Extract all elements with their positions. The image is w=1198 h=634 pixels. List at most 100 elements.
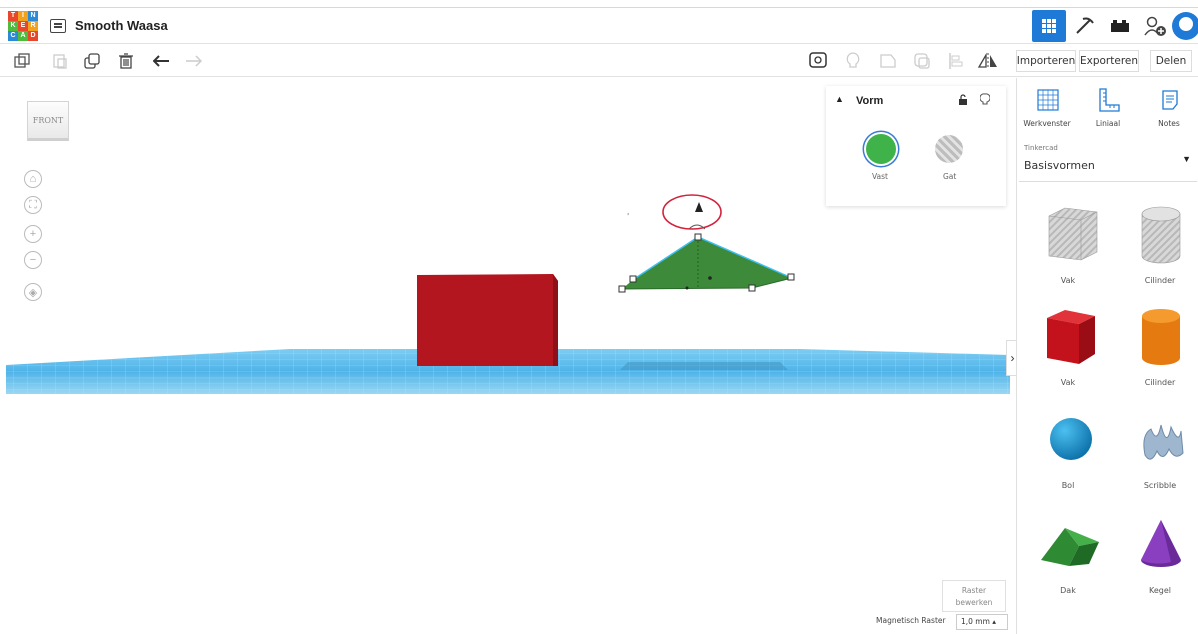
brick-icon <box>1111 20 1129 32</box>
tinkercad-logo[interactable]: T I N K E R C A D <box>8 11 38 41</box>
grid-view-icon <box>1042 19 1056 33</box>
shape-item-roof[interactable]: Dak <box>1023 506 1113 616</box>
design-list-icon[interactable] <box>50 19 66 33</box>
red-box-shape[interactable] <box>417 274 558 366</box>
scribble-icon <box>1143 424 1184 460</box>
top-bar: T I N K E R C A D Smooth Waasa <box>0 8 1198 44</box>
fit-view-icon[interactable]: ⛶ <box>24 196 42 214</box>
notes-tool[interactable]: Notes <box>1141 86 1197 132</box>
group-icon[interactable] <box>878 51 898 71</box>
edit-grid-line2: bewerken <box>955 598 993 607</box>
shape-item-cylinder-hole[interactable]: Cilinder <box>1115 196 1198 306</box>
shape-library-dropdown[interactable]: Tinkercad Basisvormen ▼ <box>1019 136 1197 182</box>
pickaxe-icon <box>1076 17 1094 34</box>
shape-item-cone[interactable]: Kegel <box>1115 506 1198 616</box>
hole-option[interactable] <box>935 135 963 163</box>
3d-view-button[interactable] <box>1032 10 1066 42</box>
solid-option[interactable] <box>866 134 896 164</box>
light-bulb-icon[interactable] <box>843 51 863 71</box>
edit-grid-button[interactable]: Raster bewerken <box>942 580 1006 612</box>
notes-icon <box>1162 90 1178 110</box>
zoom-in-icon[interactable]: + <box>24 225 42 243</box>
logo-letter: R <box>28 21 38 31</box>
shape-name: Cilinder <box>1144 378 1176 387</box>
ruler-icon <box>1099 88 1120 112</box>
cylinder-striped-icon <box>1141 206 1181 264</box>
roof-icon <box>1041 528 1099 566</box>
export-button[interactable]: Exporteren <box>1079 50 1139 72</box>
notes-label: Notes <box>1158 119 1180 128</box>
ruler-label: Liniaal <box>1095 119 1121 128</box>
ungroup-icon[interactable] <box>912 51 932 71</box>
height-arrow-handle[interactable] <box>695 202 703 212</box>
logo-letter: E <box>18 21 28 31</box>
add-user-icon <box>1144 16 1166 36</box>
right-sidebar: Werkvenster Liniaal Notes Tinkercad Basi… <box>1016 78 1198 634</box>
import-button[interactable]: Importeren <box>1016 50 1076 72</box>
workplane-label: Werkvenster <box>1023 119 1071 128</box>
roof-shape-selected[interactable] <box>618 233 795 293</box>
logo-letter: T <box>8 11 18 21</box>
home-view-icon[interactable]: ⌂ <box>24 170 42 188</box>
shape-item-cylinder[interactable]: Cilinder <box>1115 298 1198 408</box>
logo-letter: K <box>8 21 18 31</box>
logo-letter: C <box>8 31 18 41</box>
redo-icon[interactable] <box>183 51 203 71</box>
box-red-icon <box>1047 310 1095 364</box>
snap-grid-label: Magnetisch Raster <box>876 616 946 625</box>
notes-toggle-icon[interactable] <box>808 51 828 71</box>
shape-item-sphere[interactable]: Bol <box>1023 401 1113 511</box>
shape-name: Scribble <box>1143 481 1177 490</box>
logo-letter: I <box>18 11 28 21</box>
workplane-tool[interactable]: Werkvenster <box>1019 86 1075 132</box>
logo-letter: D <box>28 31 38 41</box>
collapse-panel-icon[interactable]: ▲ <box>835 94 844 104</box>
sphere-icon <box>1050 418 1092 460</box>
bricks-button[interactable] <box>1103 10 1137 42</box>
shape-name: Cilinder <box>1144 276 1176 285</box>
shape-panel-title: Vorm <box>856 95 884 107</box>
duplicate-icon[interactable] <box>82 51 102 71</box>
hide-bulb-icon[interactable] <box>980 93 990 106</box>
roof-shadow <box>620 362 788 370</box>
ortho-view-icon[interactable]: ◈ <box>24 283 42 301</box>
snap-grid-select[interactable]: 1,0 mm ▴ <box>956 614 1008 630</box>
build-button[interactable] <box>1068 10 1102 42</box>
share-button[interactable]: Delen <box>1150 50 1192 72</box>
logo-letter: N <box>28 11 38 21</box>
annotation-circle <box>662 194 722 230</box>
unlock-icon[interactable] <box>958 94 968 106</box>
edit-grid-line1: Raster <box>961 586 987 595</box>
design-title[interactable]: Smooth Waasa <box>75 18 168 33</box>
paste-icon[interactable] <box>50 51 70 71</box>
chevron-down-icon: ▼ <box>1182 154 1191 164</box>
trash-icon[interactable] <box>116 51 136 71</box>
library-provider: Tinkercad <box>1024 144 1058 152</box>
cylinder-orange-icon <box>1142 309 1180 365</box>
workplane-icon <box>1037 89 1059 111</box>
view-cube[interactable]: FRONT <box>27 101 69 141</box>
library-selected: Basisvormen <box>1024 159 1095 172</box>
shape-name: Kegel <box>1149 586 1171 595</box>
add-user-button[interactable] <box>1138 10 1172 42</box>
copy-icon[interactable] <box>12 51 32 71</box>
shape-panel-header: ▲ Vorm <box>826 86 1006 116</box>
shape-properties-panel: ▲ Vorm Vast Gat <box>826 86 1006 206</box>
zoom-out-icon[interactable]: − <box>24 251 42 269</box>
hole-label: Gat <box>943 172 957 181</box>
mirror-icon[interactable] <box>978 51 998 71</box>
shape-item-box[interactable]: Vak <box>1023 298 1113 408</box>
undo-icon[interactable] <box>152 51 172 71</box>
window-top-edge <box>0 0 1198 8</box>
align-icon[interactable] <box>946 51 966 71</box>
shape-name: Bol <box>1061 481 1075 490</box>
shape-name: Dak <box>1060 586 1076 595</box>
rotate-arc-mark: ' <box>627 212 629 221</box>
user-avatar[interactable] <box>1172 12 1198 40</box>
shape-item-box-hole[interactable]: Vak <box>1023 196 1113 306</box>
shape-item-scribble[interactable]: Scribble <box>1115 401 1198 511</box>
shape-name: Vak <box>1060 276 1076 285</box>
edit-toolbar: Importeren Exporteren Delen <box>0 45 1198 77</box>
solid-label: Vast <box>872 172 888 181</box>
ruler-tool[interactable]: Liniaal <box>1080 86 1136 132</box>
